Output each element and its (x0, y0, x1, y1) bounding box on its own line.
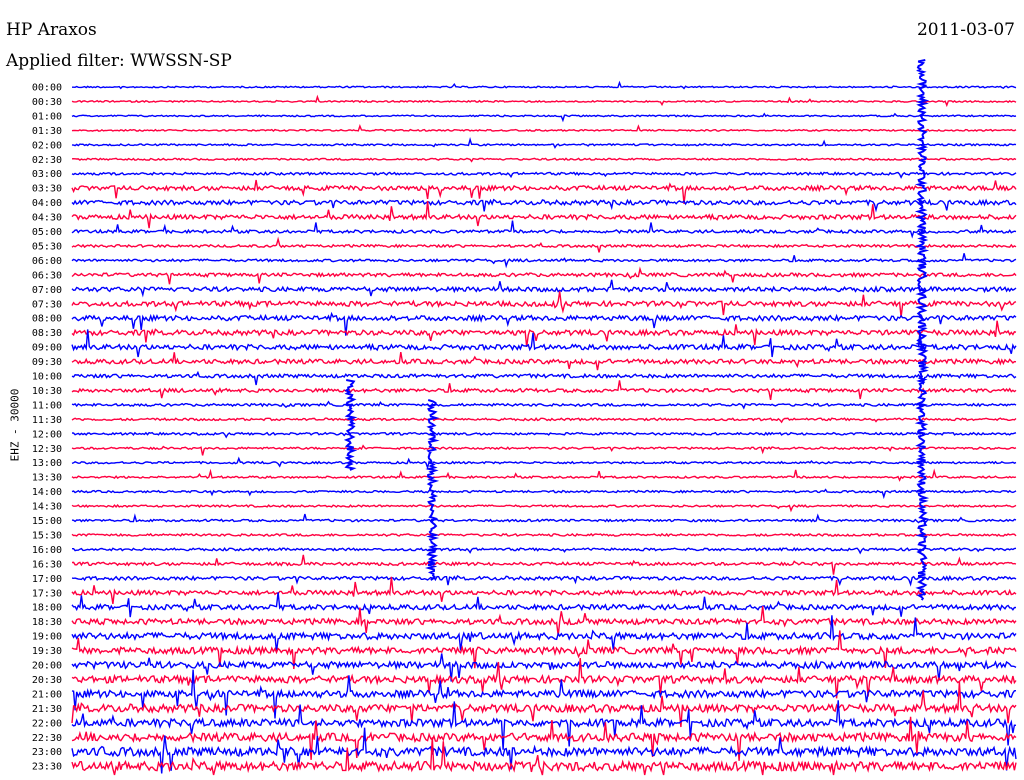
trace-line (71, 157, 1017, 163)
row-label: 09:00 (32, 343, 62, 354)
trace-line (71, 94, 1017, 108)
row-label: 18:00 (32, 603, 62, 614)
trace-line (72, 546, 1017, 555)
row-label: 23:00 (32, 747, 62, 758)
row-label: 14:00 (32, 487, 62, 498)
trace-line (71, 456, 1017, 471)
row-label: 08:00 (32, 314, 62, 325)
row-label: 02:00 (32, 140, 62, 151)
trace-line (71, 431, 1017, 439)
row-label: 21:30 (32, 704, 62, 715)
trace-line (71, 220, 1017, 239)
trace-line (71, 658, 1017, 699)
row-label: 10:30 (32, 386, 62, 397)
row-label: 20:00 (32, 661, 62, 672)
row-label: 17:00 (32, 574, 62, 585)
row-label: 19:00 (32, 632, 62, 643)
row-label: 11:30 (32, 415, 62, 426)
trace-line (71, 171, 1017, 179)
row-label: 19:30 (32, 646, 62, 657)
row-label: 03:00 (32, 169, 62, 180)
row-label: 00:00 (32, 83, 62, 94)
row-label: 00:30 (32, 97, 62, 108)
event-burst (425, 399, 440, 581)
trace-line (71, 291, 1017, 318)
trace-line (71, 417, 1017, 424)
trace-line (71, 592, 1017, 618)
row-label: 04:00 (32, 198, 62, 209)
row-label: 13:00 (32, 458, 62, 469)
row-label: 17:30 (32, 588, 62, 599)
trace-line (71, 380, 1017, 401)
row-label: 22:00 (32, 718, 62, 729)
trace-line (71, 400, 1017, 410)
row-label: 16:00 (32, 545, 62, 556)
row-label: 20:30 (32, 675, 62, 686)
row-label: 02:30 (32, 155, 62, 166)
trace-line (71, 236, 1017, 253)
row-label: 07:00 (32, 285, 62, 296)
row-label: 06:30 (32, 270, 62, 281)
row-label: 12:30 (32, 444, 62, 455)
trace-line (71, 320, 1017, 347)
row-label: 01:00 (32, 111, 62, 122)
trace-line (71, 513, 1017, 524)
trace-line (71, 554, 1017, 575)
row-label-group: 00:00 00:30 01:00 01:30 02:00 02:30 03:00 03:30… (32, 83, 62, 773)
row-label: 12:00 (32, 429, 62, 440)
row-label: 22:30 (32, 733, 62, 744)
row-label: 23:30 (32, 762, 62, 773)
trace-line (71, 370, 1017, 386)
trace-line (71, 488, 1017, 500)
trace-line (72, 80, 1017, 90)
row-label: 18:30 (32, 617, 62, 628)
trace-group (71, 59, 1017, 776)
trace-line (71, 137, 1017, 149)
trace-line (71, 112, 1017, 123)
row-label: 06:00 (32, 256, 62, 267)
trace-line (71, 253, 1017, 269)
seismogram-plot: 00:00 00:30 01:00 01:30 02:00 02:30 03:00 03:30… (32, 59, 1017, 776)
row-label: 07:30 (32, 299, 62, 310)
row-label: 16:30 (32, 559, 62, 570)
trace-line (71, 123, 1017, 133)
row-label: 15:30 (32, 530, 62, 541)
trace-line (71, 198, 1017, 213)
row-label: 13:30 (32, 473, 62, 484)
trace-line (71, 737, 1017, 776)
row-label: 05:30 (32, 241, 62, 252)
row-label: 11:00 (32, 400, 62, 411)
trace-line (71, 532, 1017, 540)
row-label: 01:30 (32, 126, 62, 137)
trace-line (71, 468, 1017, 482)
event-burst (914, 59, 930, 601)
trace-line (71, 615, 1017, 652)
trace-line (71, 504, 1017, 513)
row-label: 05:00 (32, 227, 62, 238)
trace-line (71, 653, 1017, 682)
trace-line (71, 266, 1017, 285)
row-label: 21:00 (32, 689, 62, 700)
row-label: 04:30 (32, 213, 62, 224)
row-label: 08:30 (32, 328, 62, 339)
event-burst (343, 379, 358, 471)
trace-line (71, 575, 1017, 587)
row-label: 03:30 (32, 184, 62, 195)
trace-line (71, 351, 1017, 371)
row-label: 14:30 (32, 502, 62, 513)
trace-line (71, 444, 1017, 456)
trace-line (71, 279, 1017, 298)
row-label: 10:00 (32, 372, 62, 383)
row-label: 09:30 (32, 357, 62, 368)
row-label: 15:00 (32, 516, 62, 527)
